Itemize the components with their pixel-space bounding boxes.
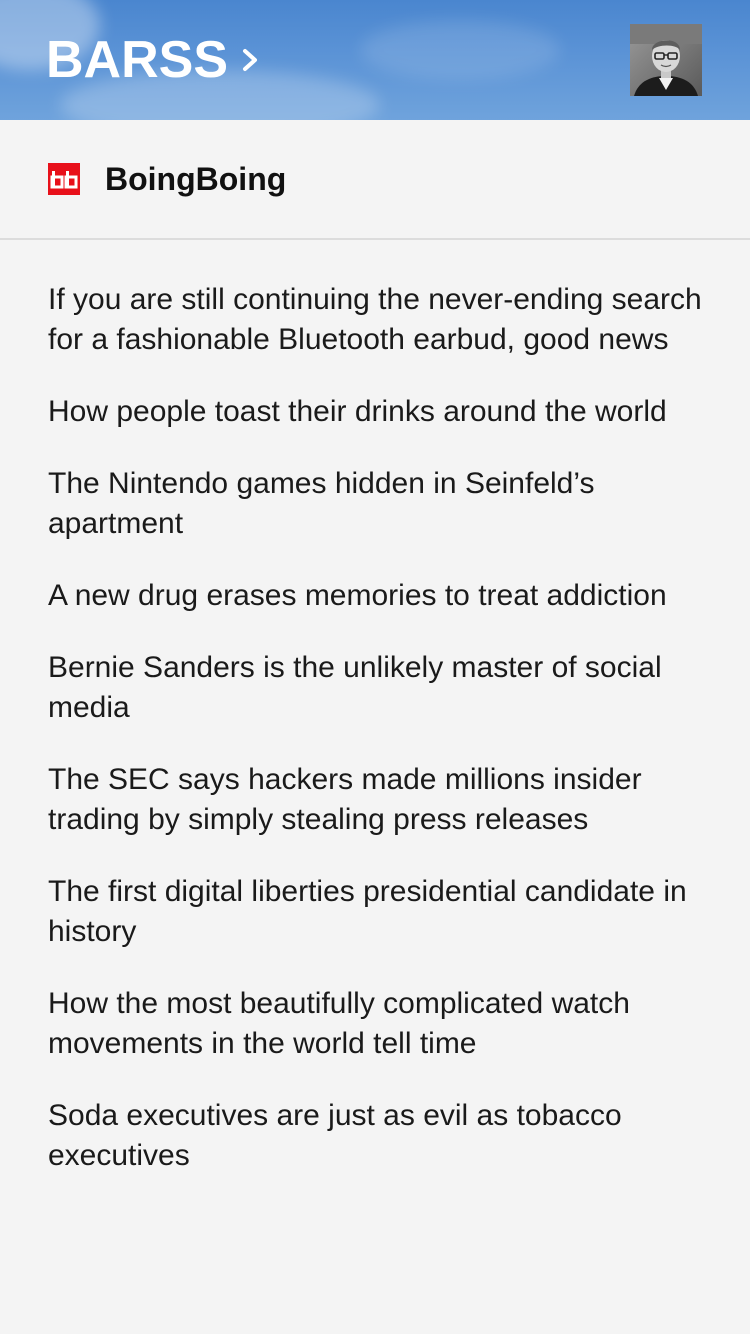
user-avatar-icon (630, 24, 702, 96)
feed-name: BoingBoing (105, 160, 287, 197)
boingboing-logo-icon (48, 163, 80, 195)
article-item[interactable]: Soda executives are just as evil as toba… (48, 1096, 708, 1176)
bb-logo-glyph (50, 171, 78, 189)
article-item[interactable]: How people toast their drinks around the… (48, 392, 708, 432)
article-item[interactable]: The first digital liberties presidential… (48, 872, 708, 952)
article-item[interactable]: The SEC says hackers made millions insid… (48, 760, 708, 840)
article-item[interactable]: How the most beautifully complicated wat… (48, 984, 708, 1064)
user-avatar[interactable] (630, 24, 702, 96)
article-item[interactable]: A new drug erases memories to treat addi… (48, 576, 708, 616)
article-item[interactable]: If you are still continuing the never-en… (48, 280, 708, 360)
app-header: BARSS (0, 0, 750, 120)
article-item[interactable]: Bernie Sanders is the unlikely master of… (48, 648, 708, 728)
article-list: If you are still continuing the never-en… (48, 280, 708, 1208)
chevron-right-icon (243, 49, 258, 71)
app-title: BARSS (46, 31, 229, 89)
feed-selector-row[interactable]: BoingBoing (0, 120, 750, 240)
article-item[interactable]: The Nintendo games hidden in Seinfeld’s … (48, 464, 708, 544)
feed-switcher-button[interactable]: BARSS (46, 30, 262, 90)
cloud-decoration (360, 20, 560, 80)
